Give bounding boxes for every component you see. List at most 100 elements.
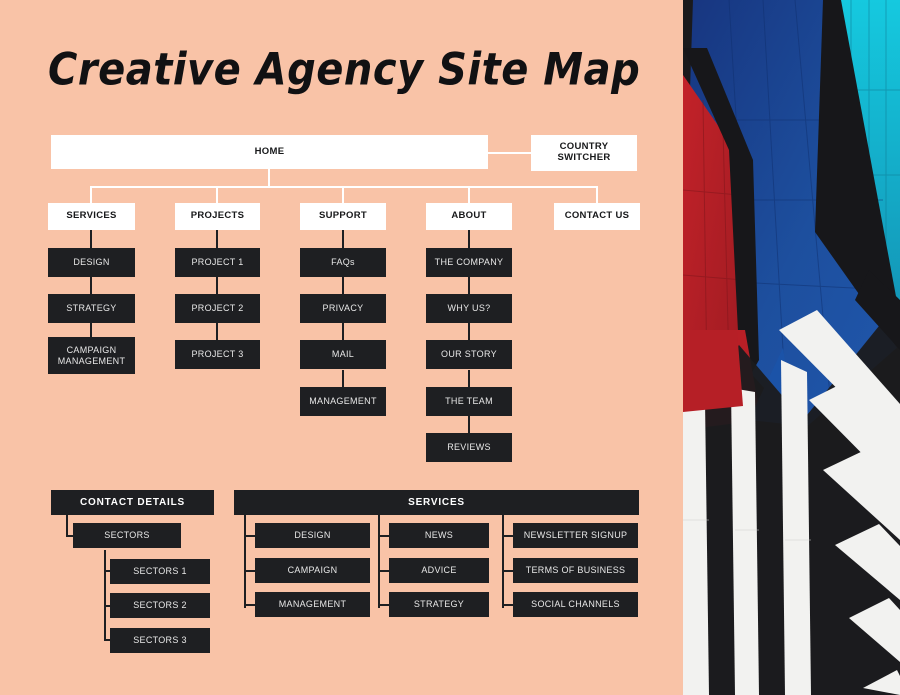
connector-stub-support	[342, 186, 344, 203]
connector-about-col-5	[468, 416, 470, 433]
decorative-photo	[683, 0, 900, 695]
node-services-block-newsletter-signup[interactable]: NEWSLETTER SIGNUP	[513, 523, 638, 548]
node-about-the-company-label: THE COMPANY	[434, 257, 504, 268]
node-services-design-label: DESIGN	[73, 257, 110, 268]
connector-projects-col-2	[216, 277, 218, 294]
node-services[interactable]: SERVICES	[48, 203, 135, 230]
connector-support-col-1	[342, 230, 344, 248]
node-about-why-us[interactable]: WHY US?	[426, 294, 512, 323]
node-projects-project-2-label: PROJECT 2	[191, 303, 244, 314]
node-services-campaign-management-line1: CAMPAIGN	[66, 345, 117, 356]
node-about-the-company[interactable]: THE COMPANY	[426, 248, 512, 277]
page-title: Creative Agency Site Map	[48, 44, 641, 96]
node-about-reviews[interactable]: REVIEWS	[426, 433, 512, 462]
connector-services-block-col3-spine	[502, 515, 504, 608]
node-services-block-strategy[interactable]: STRATEGY	[389, 592, 489, 617]
node-country-switcher-line2: SWITCHER	[557, 152, 611, 163]
node-projects-project-3-label: PROJECT 3	[191, 349, 244, 360]
connector-about-col-3	[468, 323, 470, 340]
node-contact-us[interactable]: CONTACT US	[554, 203, 640, 230]
connector-about-col-4	[468, 370, 470, 387]
node-services-block-terms-of-business-label: TERMS OF BUSINESS	[525, 565, 626, 576]
connector-contact-details-drop	[66, 515, 68, 536]
node-services-block-social-channels-label: SOCIAL CHANNELS	[531, 599, 620, 610]
node-contact-details-header[interactable]: CONTACT DETAILS	[51, 490, 214, 515]
node-services-block-management-label: MANAGEMENT	[278, 599, 347, 610]
node-about-reviews-label: REVIEWS	[447, 442, 491, 453]
node-services-campaign-management[interactable]: CAMPAIGN MANAGEMENT	[48, 337, 135, 374]
connector-about-col-2	[468, 277, 470, 294]
node-support-faqs[interactable]: FAQs	[300, 248, 386, 277]
node-sectors-3[interactable]: SECTORS 3	[110, 628, 210, 653]
node-contact-us-label: CONTACT US	[564, 210, 630, 222]
node-country-switcher[interactable]: COUNTRY SWITCHER	[531, 135, 637, 171]
node-about-our-story[interactable]: OUR STORY	[426, 340, 512, 369]
node-about-the-team-label: THE TEAM	[445, 396, 493, 407]
node-services-block-management[interactable]: MANAGEMENT	[255, 592, 370, 617]
connector-sectors-spine	[104, 550, 106, 641]
node-projects[interactable]: PROJECTS	[175, 203, 260, 230]
node-services-block-news-label: NEWS	[424, 530, 454, 541]
connector-home-to-country	[488, 152, 532, 154]
node-support-management-label: MANAGEMENT	[309, 396, 377, 407]
node-projects-label: PROJECTS	[190, 210, 245, 222]
node-sectors-2-label: SECTORS 2	[133, 600, 187, 611]
node-support-management[interactable]: MANAGEMENT	[300, 387, 386, 416]
connector-about-col-1	[468, 230, 470, 248]
node-support-privacy[interactable]: PRIVACY	[300, 294, 386, 323]
node-support-mail-label: MAIL	[331, 349, 355, 360]
node-services-block-advice[interactable]: ADVICE	[389, 558, 489, 583]
node-services-block-news[interactable]: NEWS	[389, 523, 489, 548]
connector-stub-services	[90, 186, 92, 203]
node-support-mail[interactable]: MAIL	[300, 340, 386, 369]
connector-services-col-1	[90, 230, 92, 248]
connector-support-col-2	[342, 277, 344, 294]
connector-support-col-3	[342, 323, 344, 340]
node-home-label: HOME	[254, 145, 285, 157]
photo-artwork	[683, 0, 900, 695]
node-sectors-2[interactable]: SECTORS 2	[110, 593, 210, 618]
node-services-block-terms-of-business[interactable]: TERMS OF BUSINESS	[513, 558, 638, 583]
node-services-block-campaign[interactable]: CAMPAIGN	[255, 558, 370, 583]
connector-projects-col-1	[216, 230, 218, 248]
node-projects-project-3[interactable]: PROJECT 3	[175, 340, 260, 369]
node-services-block-newsletter-signup-label: NEWSLETTER SIGNUP	[523, 530, 628, 541]
node-services-block-header[interactable]: SERVICES	[234, 490, 639, 515]
node-projects-project-1-label: PROJECT 1	[191, 257, 244, 268]
node-services-block-campaign-label: CAMPAIGN	[287, 565, 338, 576]
node-sectors-parent[interactable]: SECTORS	[73, 523, 181, 548]
connector-stub-contact-us	[596, 186, 598, 203]
node-about-our-story-label: OUR STORY	[441, 349, 497, 360]
node-services-strategy[interactable]: STRATEGY	[48, 294, 135, 323]
node-projects-project-1[interactable]: PROJECT 1	[175, 248, 260, 277]
node-home[interactable]: HOME	[51, 135, 488, 169]
node-contact-details-header-label: CONTACT DETAILS	[80, 496, 185, 508]
connector-stub-about	[468, 186, 470, 203]
node-services-block-strategy-label: STRATEGY	[413, 599, 465, 610]
node-sectors-1[interactable]: SECTORS 1	[110, 559, 210, 584]
node-sectors-1-label: SECTORS 1	[133, 566, 187, 577]
connector-top-bus	[91, 186, 598, 188]
node-projects-project-2[interactable]: PROJECT 2	[175, 294, 260, 323]
node-support-privacy-label: PRIVACY	[322, 303, 364, 314]
node-services-block-social-channels[interactable]: SOCIAL CHANNELS	[513, 592, 638, 617]
connector-projects-col-3	[216, 323, 218, 340]
node-services-label: SERVICES	[66, 210, 117, 222]
node-services-block-advice-label: ADVICE	[421, 565, 457, 576]
connector-services-block-col1-spine	[244, 515, 246, 608]
connector-services-col-3	[90, 323, 92, 337]
connector-stub-projects	[216, 186, 218, 203]
node-services-block-header-label: SERVICES	[408, 496, 465, 508]
node-services-design[interactable]: DESIGN	[48, 248, 135, 277]
node-about[interactable]: ABOUT	[426, 203, 512, 230]
node-services-block-design[interactable]: DESIGN	[255, 523, 370, 548]
node-support[interactable]: SUPPORT	[300, 203, 386, 230]
connector-services-block-col2-spine	[378, 515, 380, 608]
node-about-label: ABOUT	[451, 210, 487, 222]
connector-home-drop	[268, 168, 270, 187]
node-services-campaign-management-line2: MANAGEMENT	[57, 355, 126, 366]
node-about-the-team[interactable]: THE TEAM	[426, 387, 512, 416]
node-about-why-us-label: WHY US?	[447, 303, 491, 314]
node-services-strategy-label: STRATEGY	[66, 303, 117, 314]
node-services-block-design-label: DESIGN	[294, 530, 331, 541]
